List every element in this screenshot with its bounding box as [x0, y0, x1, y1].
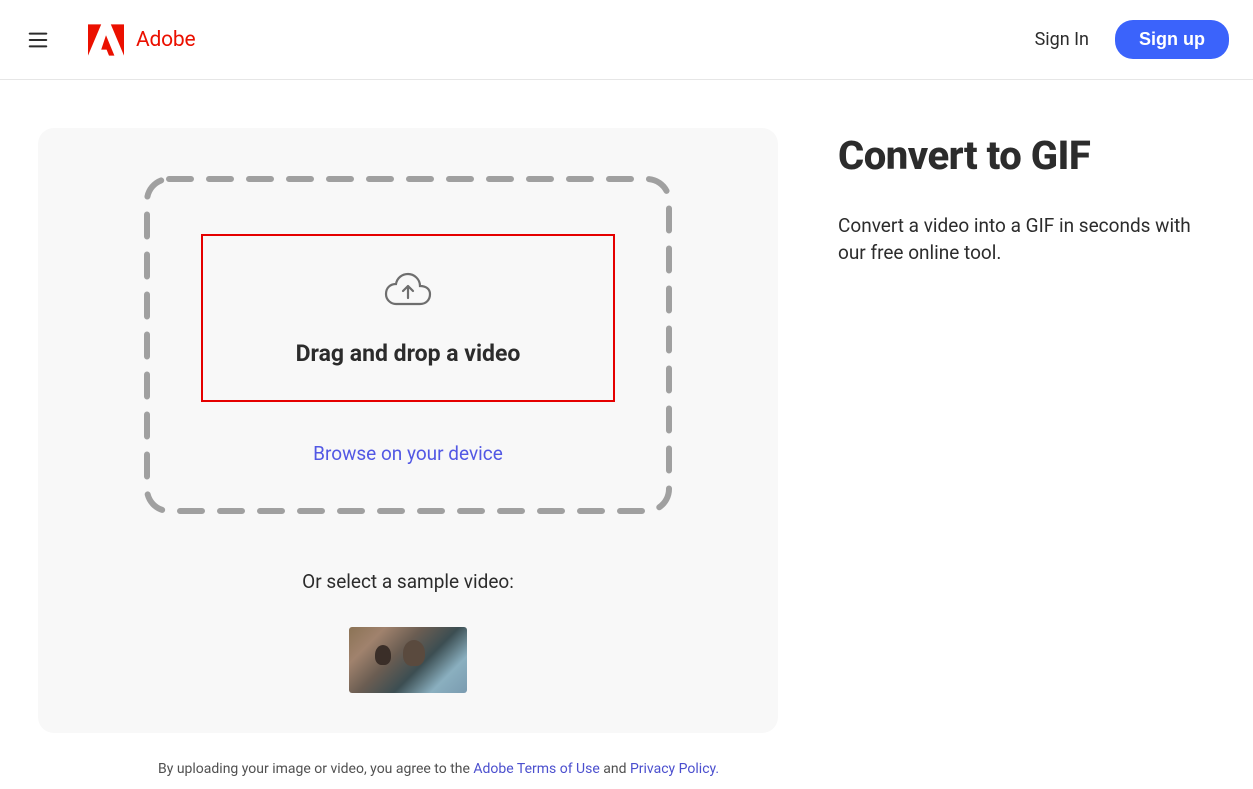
header: Adobe Sign In Sign up	[0, 0, 1253, 80]
privacy-link[interactable]: Privacy Policy.	[630, 761, 719, 777]
signin-link[interactable]: Sign In	[1017, 21, 1107, 58]
content: Drag and drop a video Browse on your dev…	[0, 80, 1253, 733]
upload-panel: Drag and drop a video Browse on your dev…	[38, 128, 778, 733]
terms-link[interactable]: Adobe Terms of Use	[473, 761, 599, 777]
dropzone[interactable]: Drag and drop a video Browse on your dev…	[144, 176, 672, 514]
brand-link[interactable]: Adobe	[88, 24, 195, 56]
adobe-logo-icon	[88, 24, 124, 56]
upload-disclaimer: By uploading your image or video, you ag…	[38, 761, 1253, 777]
dropzone-instruction: Drag and drop a video	[296, 340, 521, 367]
page-description: Convert a video into a GIF in seconds wi…	[838, 213, 1215, 267]
cloud-upload-icon	[384, 270, 432, 310]
disclaimer-middle: and	[600, 761, 630, 777]
info-panel: Convert to GIF Convert a video into a GI…	[838, 128, 1215, 733]
redbox-highlight: Drag and drop a video	[201, 234, 615, 402]
disclaimer-prefix: By uploading your image or video, you ag…	[158, 761, 473, 777]
hamburger-icon	[27, 29, 49, 51]
brand-name: Adobe	[136, 28, 195, 52]
sample-label: Or select a sample video:	[302, 570, 514, 593]
signup-button[interactable]: Sign up	[1115, 20, 1229, 59]
hamburger-menu[interactable]	[18, 20, 58, 60]
sample-video-thumbnail[interactable]	[349, 627, 467, 693]
page-title: Convert to GIF	[838, 132, 1215, 179]
browse-link[interactable]: Browse on your device	[313, 442, 503, 465]
